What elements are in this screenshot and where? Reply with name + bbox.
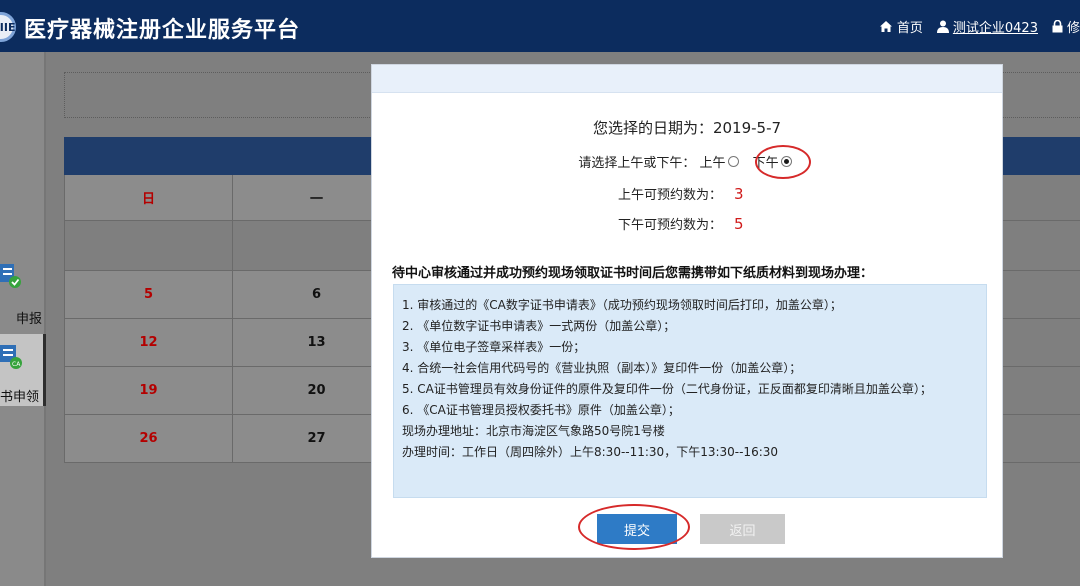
- office-address: 现场办理地址：北京市海淀区气象路50号院1号楼: [402, 424, 665, 438]
- svg-text:CA: CA: [12, 361, 21, 368]
- calendar-day-cell[interactable]: 26: [65, 415, 233, 462]
- sidebar: 申报 CA 书申领: [0, 52, 46, 586]
- pm-count-line: 下午可预约数为： 5: [502, 214, 802, 233]
- material-item: 2. 《单位数字证书申请表》一式两份（加盖公章）；: [402, 319, 676, 333]
- sidebar-item-ca-certificate[interactable]: CA 书申领: [0, 334, 46, 406]
- materials-notice: 待中心审核通过并成功预约现场领取证书时间后您需携带如下纸质材料到现场办理：: [392, 266, 874, 281]
- platform-logo: NIIIE: [0, 12, 16, 42]
- nav-home-label: 首页: [896, 20, 923, 36]
- material-item: 4. 合统一社会信用代码号的《营业执照（副本）》复印件一份（加盖公章）；: [402, 361, 802, 375]
- calendar-day-cell[interactable]: 19: [65, 367, 233, 414]
- selected-date-line: 您选择的日期为：2019-5-7: [372, 117, 1002, 138]
- am-count-line: 上午可预约数为： 3: [502, 184, 802, 203]
- home-icon: [879, 20, 892, 32]
- pm-count-label: 下午可预约数为：: [617, 218, 722, 233]
- user-icon: [936, 20, 949, 33]
- materials-list: 1. 审核通过的《CA数字证书申请表》（成功预约现场领取时间后打印，加盖公章）；…: [393, 284, 987, 498]
- am-option-label: 上午: [699, 156, 726, 171]
- top-bar: NIIIE 医疗器械注册企业服务平台 首页 测试企业0423 修: [0, 0, 1080, 52]
- material-item: 6. 《CA证书管理员授权委托书》原件（加盖公章）；: [402, 403, 680, 417]
- ca-certificate-icon: CA: [0, 345, 22, 369]
- top-nav: 首页 测试企业0423 修: [865, 0, 1080, 52]
- am-option[interactable]: 上午: [699, 152, 742, 171]
- platform-title: 医疗器械注册企业服务平台: [24, 18, 301, 43]
- document-check-icon: [0, 264, 21, 288]
- selected-date-value: 2019-5-7: [712, 119, 782, 137]
- am-count-value: 3: [734, 185, 744, 203]
- sidebar-item-ca-certificate-label: 书申领: [0, 390, 39, 405]
- calendar-day-cell[interactable]: 5: [65, 271, 233, 318]
- material-item: 3. 《单位电子签章采样表》一份；: [402, 340, 586, 354]
- sidebar-item-declaration[interactable]: 申报: [0, 254, 46, 327]
- pm-highlight-circle: [755, 145, 811, 179]
- nav-user[interactable]: 测试企业0423: [936, 17, 1038, 36]
- ampm-label: 请选择上午或下午：: [578, 156, 696, 171]
- calendar-day-cell: [65, 221, 233, 270]
- nav-user-label: 测试企业0423: [952, 20, 1038, 36]
- nav-home[interactable]: 首页: [879, 17, 923, 36]
- selected-date-label: 您选择的日期为：: [592, 119, 713, 137]
- pm-count-value: 5: [734, 215, 744, 233]
- nav-change-password-label: 修: [1066, 20, 1080, 36]
- material-item: 5. CA证书管理员有效身份证件的原件及复印件一份（二代身份证，正反面都复印清晰…: [402, 382, 932, 396]
- submit-highlight-circle: [578, 504, 690, 550]
- nav-change-password[interactable]: 修: [1052, 17, 1080, 36]
- sidebar-item-declaration-label: 申报: [15, 312, 42, 327]
- back-button[interactable]: 返回: [700, 514, 785, 544]
- lock-icon: [1052, 19, 1063, 32]
- weekday-sunday: 日: [65, 175, 233, 220]
- app-root: NIIIE 医疗器械注册企业服务平台 首页 测试企业0423 修: [0, 0, 1080, 586]
- office-hours: 办理时间：工作日（周四除外）上午8:30--11:30，下午13:30--16:…: [402, 445, 779, 459]
- material-item: 1. 审核通过的《CA数字证书申请表》（成功预约现场领取时间后打印，加盖公章）；: [402, 298, 842, 312]
- ampm-selector: 请选择上午或下午： 上午 下午: [372, 152, 1002, 171]
- modal-title-bar: [372, 65, 1002, 93]
- am-count-label: 上午可预约数为：: [617, 188, 722, 203]
- calendar-day-cell[interactable]: 12: [65, 319, 233, 366]
- appointment-modal: 您选择的日期为：2019-5-7 请选择上午或下午： 上午 下午 上午可预约数为…: [371, 64, 1003, 558]
- am-radio[interactable]: [727, 156, 739, 167]
